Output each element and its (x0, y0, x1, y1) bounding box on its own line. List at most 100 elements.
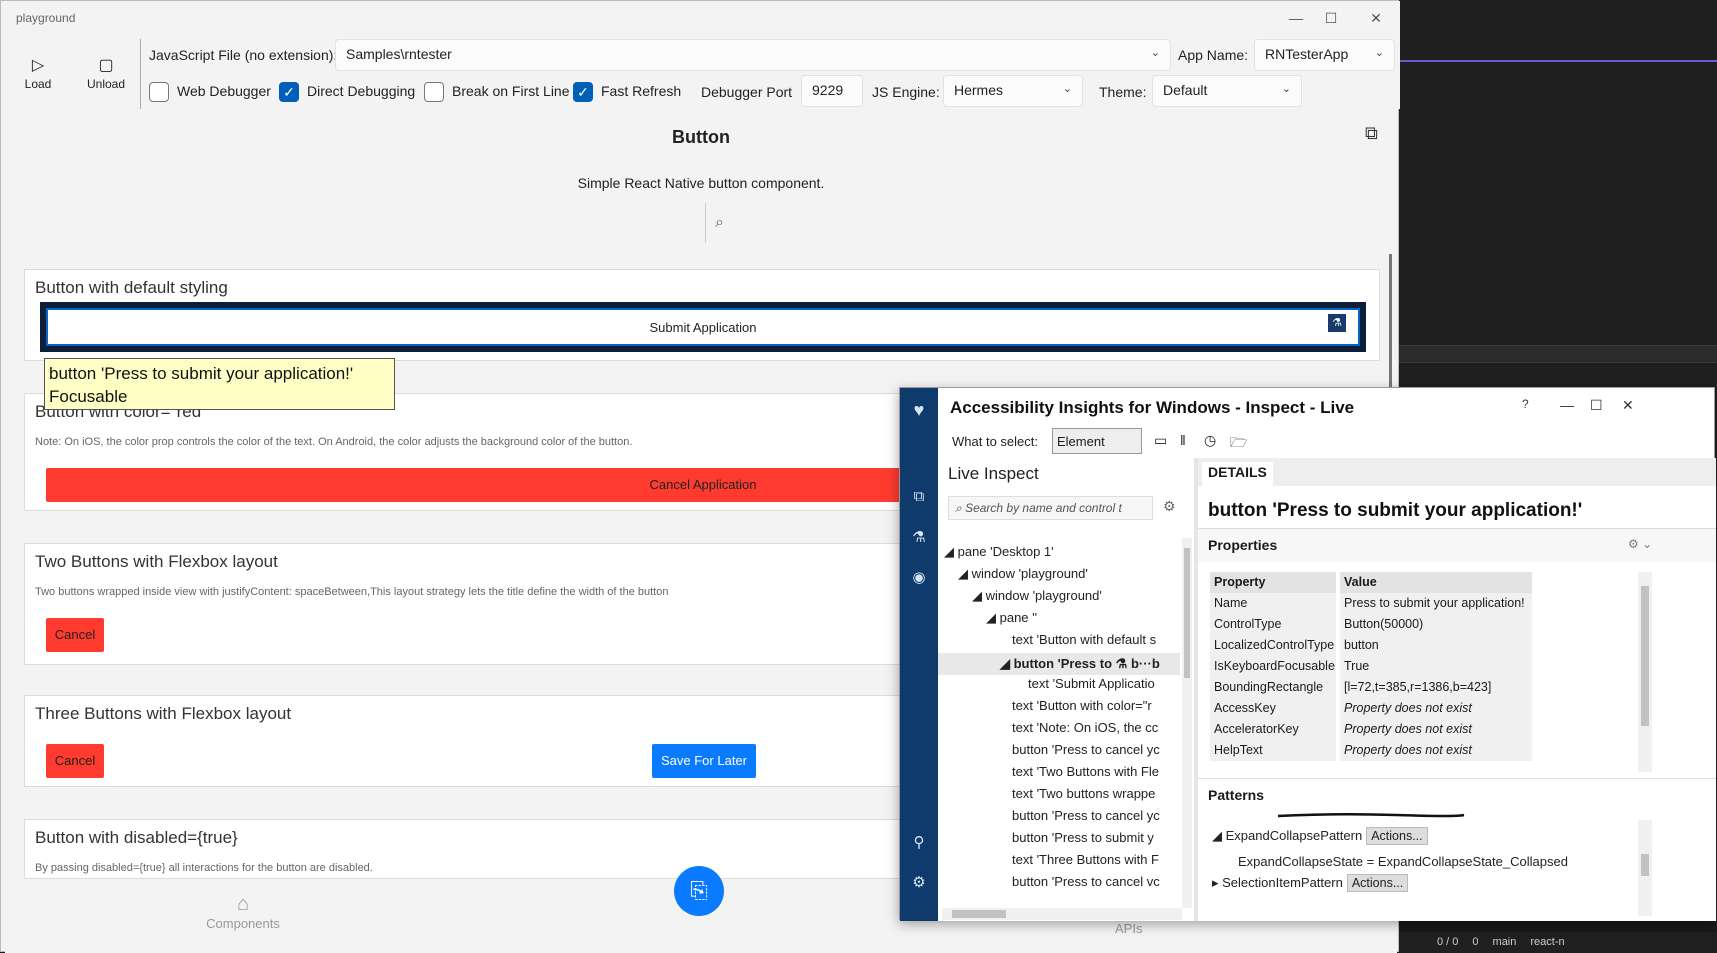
table-row[interactable]: BoundingRectangle [l=72,t=385,r=1386,b=42… (1210, 677, 1536, 698)
heart-logo-icon: ♥ (913, 400, 925, 420)
nav-apis[interactable]: APIs (1115, 921, 1142, 936)
table-row[interactable]: IsKeyboardFocusable True (1210, 656, 1536, 677)
table-row[interactable]: LocalizedControlType button (1210, 635, 1536, 656)
ai-maximize-button[interactable]: ☐ (1590, 397, 1603, 414)
tree-item[interactable]: text 'Submit Applicatio (1028, 676, 1180, 691)
web-debugger-checkbox[interactable] (149, 82, 169, 102)
table-row[interactable]: Name Press to submit your application! (1210, 593, 1536, 614)
actions-button[interactable]: Actions... (1346, 874, 1409, 892)
scroll-thumb[interactable] (1641, 586, 1649, 726)
table-row[interactable]: ControlType Button(50000) (1210, 614, 1536, 635)
tree-item[interactable]: text 'Button with color="r (1012, 698, 1180, 713)
card-default-styling: Button with default styling Submit Appli… (24, 269, 1380, 361)
properties-scrollbar[interactable] (1638, 572, 1652, 772)
property-value: [l=72,t=385,r=1386,b=423] (1340, 677, 1532, 698)
break-first-line-checkbox[interactable] (424, 82, 444, 102)
js-engine-combo[interactable]: Hermes ⌄ (943, 75, 1083, 107)
submit-application-button[interactable]: Submit Application ⚗ (46, 308, 1360, 346)
tree-item[interactable]: text 'Three Buttons with F (1012, 852, 1180, 867)
tree-item[interactable]: ◢ pane 'Desktop 1' (944, 544, 1180, 560)
direct-debugging-checkbox[interactable]: ✓ (279, 82, 299, 102)
tree-item-label: pane '' (999, 610, 1038, 625)
pattern-expand-collapse[interactable]: ◢ ExpandCollapsePattern Actions... (1212, 827, 1428, 845)
actions-button[interactable]: Actions... (1366, 827, 1428, 845)
save-for-later-button[interactable]: Save For Later (652, 744, 756, 778)
minimize-button[interactable]: — (1286, 9, 1306, 27)
break-first-line-label: Break on First Line (452, 83, 570, 99)
pattern-selection-item[interactable]: ▸ SelectionItemPattern Actions... (1212, 874, 1409, 892)
tree-item[interactable]: button 'Press to cancel yc (1012, 742, 1180, 757)
property-key: AcceleratorKey (1210, 719, 1336, 740)
test-beaker-icon[interactable]: ⚗ (909, 528, 929, 548)
tree-item[interactable]: text 'Note: On iOS, the cc (1012, 720, 1180, 735)
tree-item[interactable]: text 'Two buttons wrappe (1012, 786, 1180, 801)
beaker-icon[interactable]: ⚗ (1328, 314, 1346, 332)
open-external-icon[interactable]: ⧉ (1365, 123, 1378, 144)
tree-item[interactable]: button 'Press to submit y (1012, 830, 1180, 845)
ai-minimize-button[interactable]: — (1560, 397, 1574, 413)
stop-icon: ▢ (98, 57, 114, 74)
timer-icon[interactable]: ◷ (1204, 432, 1216, 449)
tree-item-selected[interactable]: ◢ button 'Press to ⚗ b···b (938, 653, 1180, 675)
tree-item[interactable]: button 'Press to cancel vc (1012, 874, 1180, 888)
tree-scrollbar-horizontal[interactable] (942, 908, 1182, 920)
scroll-thumb[interactable] (952, 910, 1006, 918)
unload-button[interactable]: ▢ Unload (83, 55, 129, 91)
pencil-count[interactable]: 0 (1472, 936, 1478, 948)
tree-settings-icon[interactable]: ⚙ (1163, 498, 1176, 515)
ai-title: Accessibility Insights for Windows - Ins… (950, 398, 1355, 417)
repo-name[interactable]: react-n (1530, 936, 1564, 948)
maximize-button[interactable]: ☐ (1321, 9, 1341, 27)
element-combo[interactable]: Element (1052, 428, 1142, 454)
cancel-button[interactable]: Cancel (46, 744, 104, 778)
fast-refresh-checkbox[interactable]: ✓ (573, 82, 593, 102)
patterns-scrollbar[interactable] (1638, 820, 1652, 916)
table-row[interactable]: HelpText Property does not exist (1210, 740, 1536, 761)
tree-item[interactable]: ◢ window 'playground' (972, 588, 1180, 604)
cancel-button[interactable]: Cancel (46, 618, 104, 652)
debugger-port-input[interactable]: 9229 (801, 75, 863, 107)
gear-icon[interactable]: ⚙ ⌄ (1628, 537, 1652, 551)
connect-icon[interactable]: ⚲ (909, 833, 929, 853)
palette-icon[interactable]: ◉ (909, 568, 929, 588)
tree-item-label: pane 'Desktop 1' (957, 544, 1054, 559)
tree-scrollbar-vertical[interactable] (1182, 538, 1192, 908)
properties-header[interactable]: Properties ⚙ ⌄ (1198, 528, 1716, 562)
ai-close-button[interactable]: ✕ (1622, 397, 1634, 414)
theme-combo[interactable]: Default ⌄ (1152, 75, 1302, 107)
gear-icon[interactable]: ⚙ (909, 873, 929, 893)
patterns-header[interactable]: Patterns (1198, 778, 1716, 812)
tree-item[interactable]: text 'Button with default s (1012, 632, 1180, 647)
sync-counts[interactable]: 0 / 0 (1437, 936, 1458, 948)
nav-components[interactable]: ⌂ Components (193, 893, 293, 931)
pause-icon[interactable]: ‖ (1180, 432, 1186, 448)
tree-item[interactable]: text 'Two Buttons with Fle (1012, 764, 1180, 779)
tree-search-input[interactable]: ⌕ Search by name and control t (948, 496, 1153, 520)
table-row[interactable]: AcceleratorKey Property does not exist (1210, 719, 1536, 740)
help-icon[interactable]: ? (1522, 397, 1529, 411)
tree-item[interactable]: ◢ window 'playground' (958, 566, 1180, 582)
screenshot-icon[interactable]: ▭ (1154, 432, 1167, 449)
search-icon[interactable]: ⌕ (705, 203, 733, 243)
scroll-thumb[interactable] (1641, 854, 1649, 876)
close-button[interactable]: ✕ (1366, 9, 1386, 27)
bookmark-fab[interactable]: ⎘ (674, 866, 724, 916)
load-button[interactable]: ▷ Load (15, 55, 61, 91)
tree-item[interactable]: button 'Press to cancel yc (1012, 808, 1180, 823)
folder-open-icon[interactable]: 🗁 (1230, 432, 1247, 456)
accessibility-tooltip: button 'Press to submit your application… (44, 358, 395, 410)
tree-item[interactable]: ◢ pane '' (986, 610, 1180, 626)
chevron-down-icon: ⌄ (1062, 83, 1072, 95)
js-file-combo[interactable]: Samples\rntester ⌄ (335, 39, 1171, 71)
app-name-combo[interactable]: RNTesterApp ⌄ (1254, 39, 1395, 71)
details-tab[interactable]: DETAILS (1202, 462, 1273, 486)
tree-item-label: window 'playground' (985, 588, 1102, 603)
inspect-icon[interactable]: ⧉ (909, 488, 929, 508)
page-title: Button (672, 127, 730, 147)
table-row[interactable]: AccessKey Property does not exist (1210, 698, 1536, 719)
property-value: Button(50000) (1340, 614, 1532, 635)
scroll-thumb[interactable] (1184, 548, 1190, 678)
property-value: button (1340, 635, 1532, 656)
branch-name[interactable]: main (1493, 936, 1517, 948)
property-value: Property does not exist (1340, 719, 1532, 740)
